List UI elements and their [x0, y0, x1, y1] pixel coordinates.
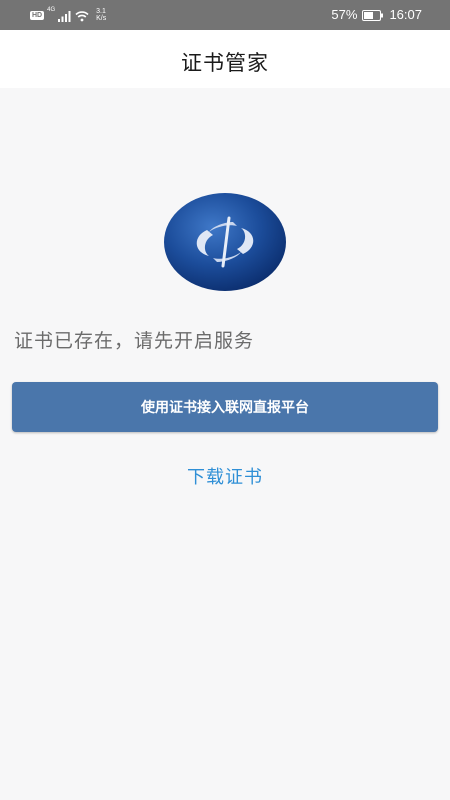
clock: 16:07	[389, 7, 422, 22]
certificate-status-message: 证书已存在，请先开启服务	[14, 330, 255, 352]
status-bar: HD 4G 3.1 K/s 57% 16:07	[0, 0, 450, 30]
net-speed: 3.1 K/s	[96, 8, 106, 22]
wifi-icon	[75, 9, 89, 22]
net-speed-unit: K/s	[96, 15, 107, 22]
title-bar: 证书管家	[0, 30, 450, 88]
battery-percent: 57%	[331, 7, 358, 22]
status-right: 57% 16:07	[331, 7, 422, 22]
status-indicators: HD 4G 3.1 K/s	[30, 6, 106, 24]
connect-platform-button[interactable]: 使用证书接入联网直报平台	[12, 382, 438, 432]
app-logo	[163, 192, 287, 292]
network-type: 4G	[47, 7, 56, 13]
download-certificate-link[interactable]: 下载证书	[0, 463, 450, 489]
battery-icon	[362, 9, 384, 21]
hd-badge: HD	[30, 10, 45, 20]
page-title: 证书管家	[181, 51, 269, 75]
signal-icon	[58, 9, 72, 22]
net-speed-value: 3.1	[96, 8, 106, 15]
